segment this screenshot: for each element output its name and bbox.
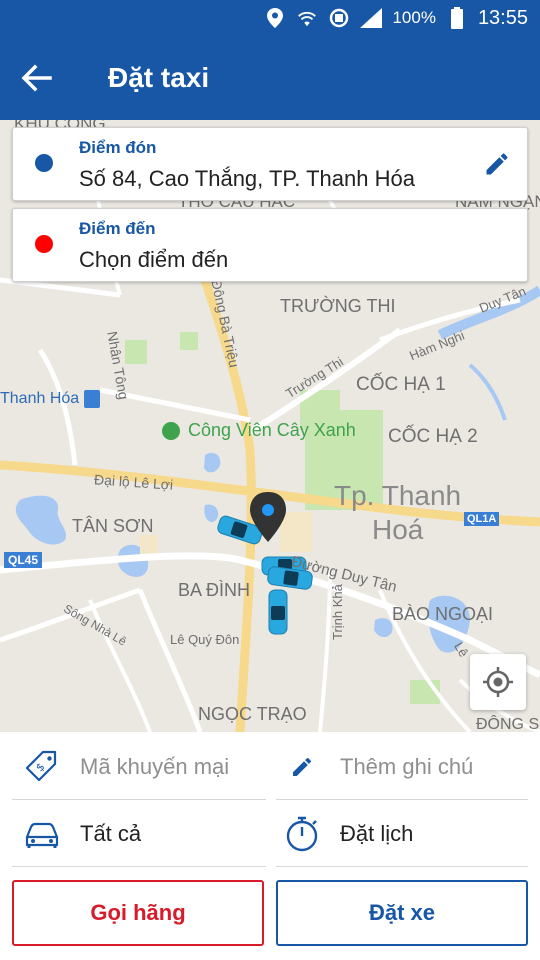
my-location-button[interactable] <box>470 654 526 710</box>
destination-input[interactable]: Chọn điểm đến <box>79 247 228 273</box>
battery-icon <box>446 7 468 29</box>
battery-percentage: 100% <box>392 8 436 27</box>
status-bar: 100% 13:55 <box>0 0 540 36</box>
my-location-icon <box>483 667 513 697</box>
map-label: ĐÔNG S <box>476 716 540 732</box>
highway-shield: QL45 <box>4 552 43 568</box>
add-note-label: Thêm ghi chú <box>340 754 474 779</box>
pencil-icon <box>282 747 322 787</box>
location-icon <box>264 7 286 29</box>
add-note-option[interactable]: Thêm ghi chú <box>282 734 526 800</box>
promo-code-label: Mã khuyến mại <box>80 754 230 779</box>
map-label: Hoá <box>372 514 424 545</box>
map-label: Lê Quý Đôn <box>170 632 240 647</box>
clock: 13:55 <box>477 6 528 29</box>
data-saver-icon <box>328 7 350 29</box>
taxi-car <box>268 589 288 635</box>
pencil-icon[interactable] <box>483 150 511 178</box>
map-label: Thanh Hóa <box>0 390 80 407</box>
vehicle-type-label: Tất cả <box>80 821 142 846</box>
map-label: CỐC HẠ 2 <box>388 426 478 447</box>
stopwatch-icon <box>282 814 322 854</box>
map-label: Tp. Thanh <box>334 480 462 511</box>
pickup-address: Số 84, Cao Thắng, TP. Thanh Hóa <box>79 166 415 191</box>
map-label: TÂN SƠN <box>72 516 154 536</box>
pickup-dot-icon <box>35 154 53 172</box>
divider <box>12 799 266 800</box>
map-label: CỐC HẠ 1 <box>356 374 446 395</box>
highway-shield: QL1A <box>464 512 500 526</box>
signal-icon <box>360 7 383 29</box>
bus-station-icon <box>84 390 100 408</box>
destination-card[interactable]: Điểm đến Chọn điểm đến <box>12 208 528 282</box>
divider <box>276 866 528 867</box>
map-label: BÀO NGOẠI <box>392 604 494 624</box>
wifi-icon <box>296 7 318 29</box>
arrow-back-icon[interactable] <box>16 58 56 98</box>
map-label: TRƯỜNG THI <box>280 296 396 316</box>
divider <box>12 866 266 867</box>
book-ride-button[interactable]: Đặt xe <box>276 880 528 946</box>
call-company-button[interactable]: Gọi hãng <box>12 880 264 946</box>
map-label: Trịnh Khả <box>330 584 345 640</box>
divider <box>276 799 528 800</box>
schedule-label: Đặt lịch <box>340 821 414 846</box>
car-icon <box>22 814 62 854</box>
map-label: BA ĐÌNH <box>178 580 251 600</box>
promo-code-option[interactable]: $ Mã khuyến mại <box>22 734 262 800</box>
schedule-option[interactable]: Đặt lịch <box>282 801 526 867</box>
map-label: Công Viên Cây Xanh <box>188 420 356 440</box>
pickup-card[interactable]: Điểm đón Số 84, Cao Thắng, TP. Thanh Hóa <box>12 127 528 201</box>
map-label: NGỌC TRẠO <box>198 704 307 724</box>
promo-tag-icon: $ <box>22 747 62 787</box>
destination-dot-icon <box>35 235 53 253</box>
destination-label: Điểm đến <box>79 219 156 238</box>
app-bar: Đặt taxi <box>0 36 540 120</box>
page-title: Đặt taxi <box>108 62 210 93</box>
park-icon <box>162 422 180 440</box>
pickup-label: Điểm đón <box>79 138 157 157</box>
vehicle-type-option[interactable]: Tất cả <box>22 801 262 867</box>
